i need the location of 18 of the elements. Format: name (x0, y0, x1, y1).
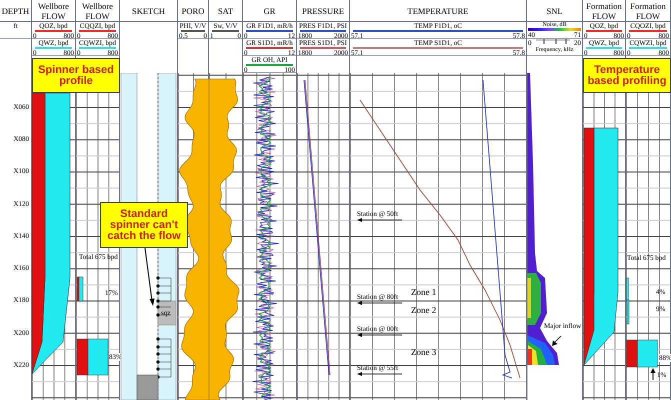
callout-note: Spinner based profile (32, 58, 120, 93)
track-title: SKETCH (132, 6, 166, 16)
track-title: PORO (182, 6, 204, 16)
track-title: DEPTH (2, 6, 30, 16)
callout-note: Temperature based profiling (583, 58, 671, 93)
track-title: PRESSURE (302, 6, 344, 16)
track-title: SNL (546, 6, 563, 16)
track-title: Wellbore FLOW (81, 0, 114, 20)
zone-label: Zone 1 (411, 287, 436, 297)
track-title: GR (264, 6, 276, 16)
zone-label: Zone 3 (411, 347, 436, 357)
track-title: SAT (218, 6, 234, 16)
zone-label: Zone 2 (411, 305, 436, 315)
callout-note: Standard spinner can't catch the flow (100, 202, 188, 248)
track-title: Formation FLOW (585, 0, 623, 20)
track-title: TEMPERATURE (408, 6, 468, 16)
track-title: Formation FLOW (629, 0, 667, 20)
track-title: Wellbore FLOW (37, 0, 70, 20)
